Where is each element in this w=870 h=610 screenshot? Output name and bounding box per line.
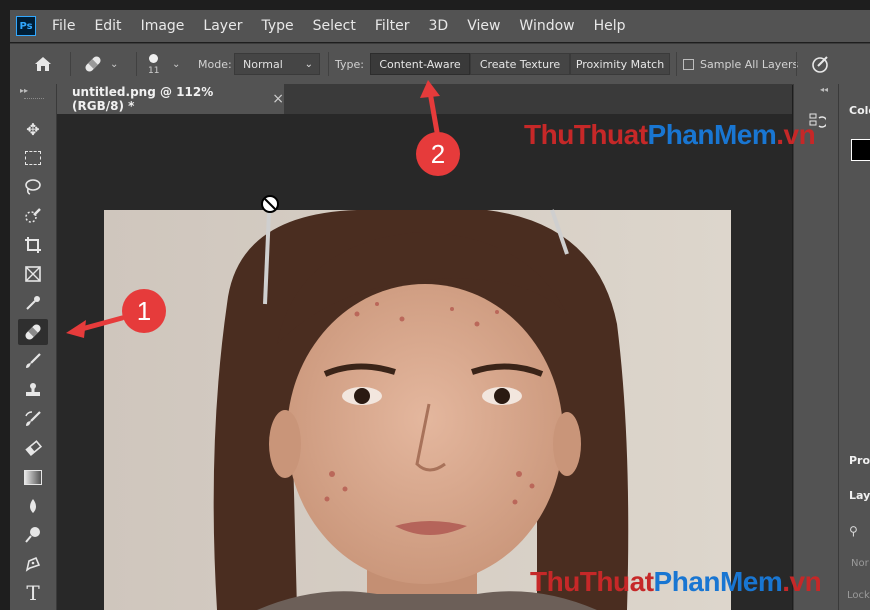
- callout-2: 2: [416, 132, 460, 176]
- callout-1: 1: [122, 289, 166, 333]
